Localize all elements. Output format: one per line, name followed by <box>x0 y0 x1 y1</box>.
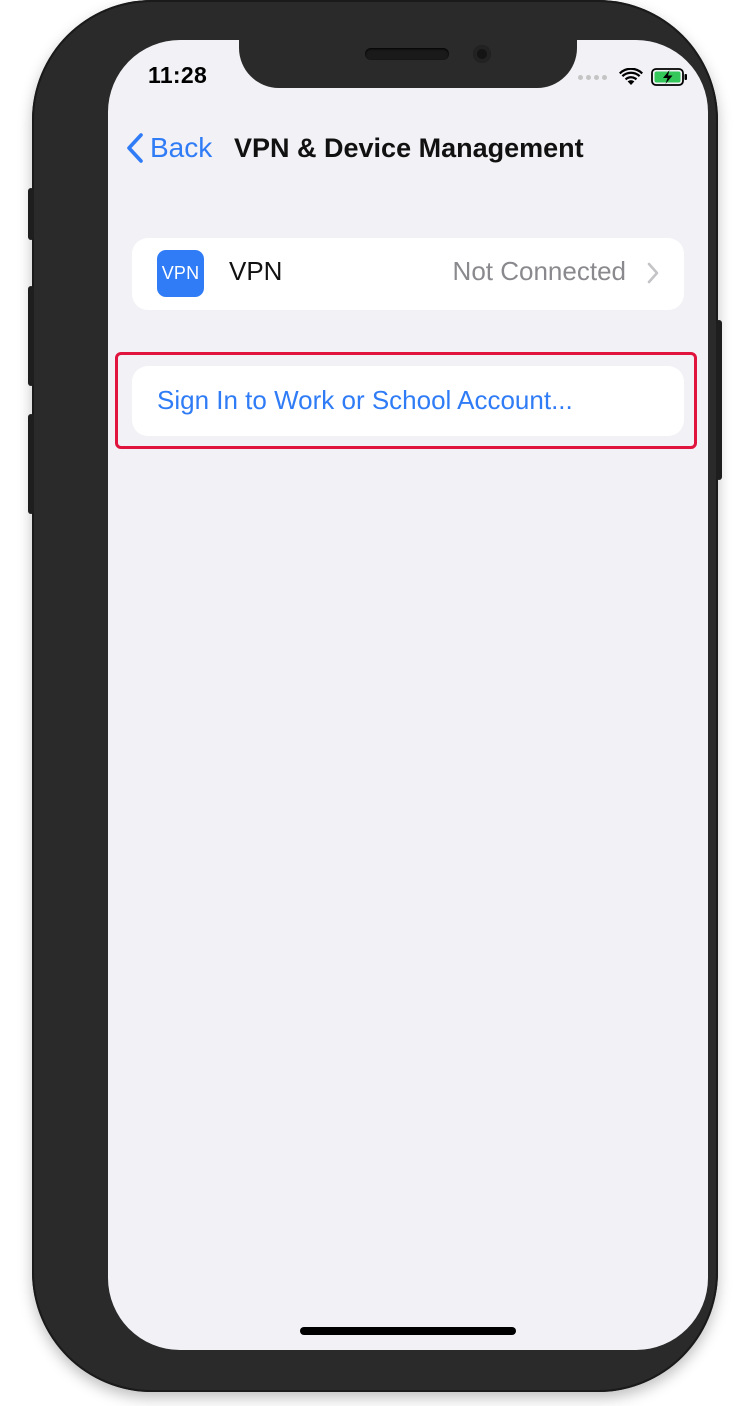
phone-frame: 11:28 Back VPN & Device Management VPN V… <box>28 0 722 1392</box>
page-title: VPN & Device Management <box>234 133 584 163</box>
cellular-signal-icon <box>578 74 607 80</box>
battery-charging-icon <box>651 68 687 86</box>
vpn-icon: VPN <box>157 250 204 297</box>
volume-up-button <box>28 286 34 386</box>
screen: 11:28 Back VPN & Device Management VPN V… <box>108 40 708 1350</box>
wifi-icon <box>619 68 643 85</box>
front-camera-icon <box>473 45 491 63</box>
home-indicator[interactable] <box>300 1327 516 1335</box>
status-icons <box>578 65 689 89</box>
speaker-grille <box>365 48 449 60</box>
vpn-status: Not Connected <box>452 256 626 286</box>
chevron-right-icon <box>647 262 659 284</box>
back-label: Back <box>150 132 213 163</box>
back-button[interactable]: Back <box>118 128 212 168</box>
status-time: 11:28 <box>148 62 208 88</box>
chevron-left-icon <box>118 128 152 168</box>
volume-down-button <box>28 414 34 514</box>
notch <box>239 40 577 88</box>
sign-in-label: Sign In to Work or School Account... <box>157 385 573 415</box>
sign-in-work-account-button[interactable]: Sign In to Work or School Account... <box>132 366 684 436</box>
vpn-row[interactable]: VPN VPN Not Connected <box>132 238 684 310</box>
vpn-label: VPN <box>229 256 283 286</box>
power-button <box>716 320 722 480</box>
mute-switch <box>28 188 34 240</box>
